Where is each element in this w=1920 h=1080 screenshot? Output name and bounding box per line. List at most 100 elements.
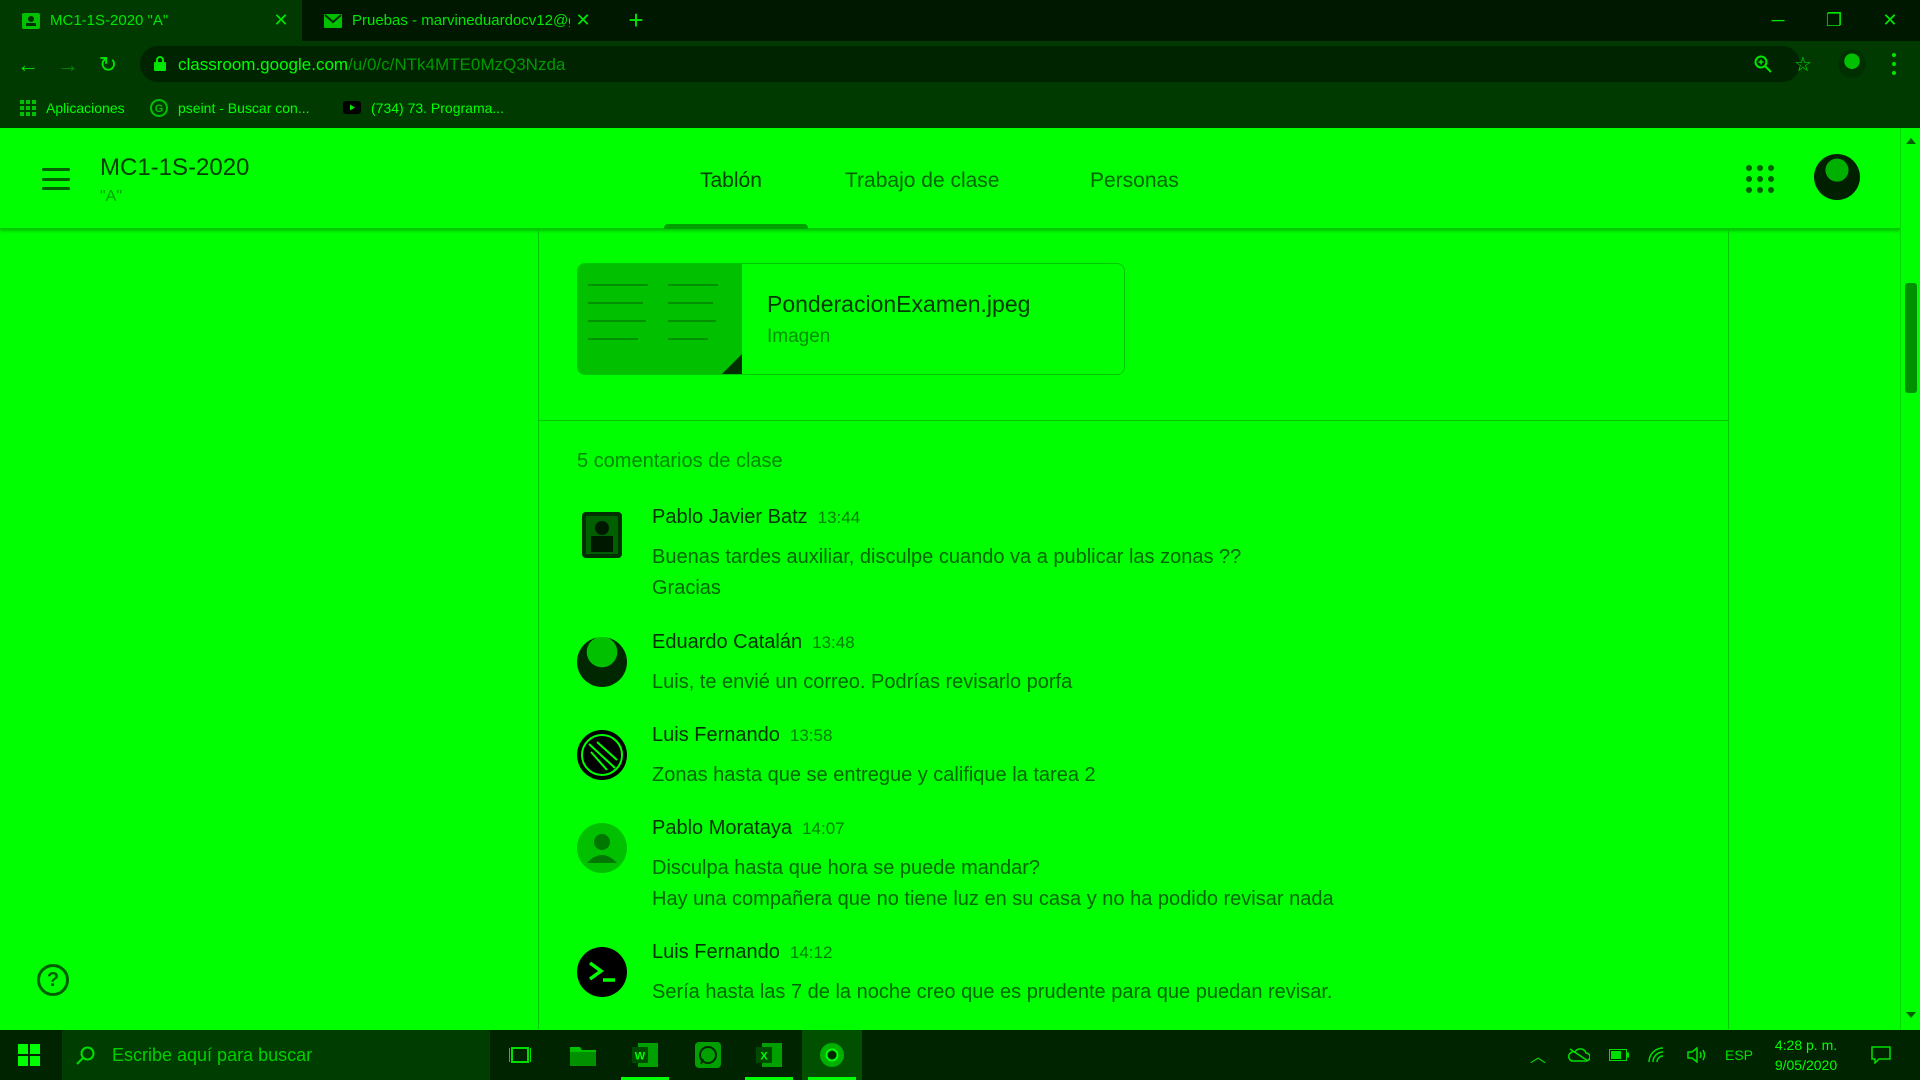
comment-line: Luis, te envié un correo. Podrías revisa… bbox=[652, 671, 1073, 693]
comment-author: Luis Fernando 13:58 bbox=[652, 724, 832, 747]
bookmark-aplicaciones[interactable]: Aplicaciones bbox=[20, 87, 125, 128]
author-name: Luis Fernando bbox=[652, 724, 780, 746]
attachment-type: Imagen bbox=[767, 326, 831, 347]
close-tab-icon[interactable]: ✕ bbox=[270, 9, 292, 31]
page-scrollbar[interactable] bbox=[1900, 128, 1920, 1030]
tab-tablon[interactable]: Tablón bbox=[700, 169, 762, 193]
back-button[interactable]: ← bbox=[12, 49, 44, 81]
input-language[interactable]: ESP bbox=[1722, 1030, 1756, 1080]
windows-taskbar: Escribe aquí para buscar W X ︿ ESP 4:28 … bbox=[0, 1030, 1920, 1080]
attachment-card[interactable]: PonderacionExamen.jpeg Imagen bbox=[577, 263, 1125, 375]
new-tab-button[interactable]: + bbox=[622, 7, 650, 35]
scroll-thumb[interactable] bbox=[1905, 283, 1917, 393]
scroll-down-icon[interactable] bbox=[1906, 1012, 1916, 1018]
whatsapp-icon[interactable] bbox=[678, 1030, 738, 1080]
search-icon bbox=[76, 1045, 96, 1065]
comment-author: Luis Fernando 14:12 bbox=[652, 941, 832, 964]
close-window-button[interactable]: ✕ bbox=[1862, 0, 1918, 41]
wifi-icon[interactable] bbox=[1642, 1030, 1672, 1080]
bookmark-pseint[interactable]: G pseint - Buscar con... bbox=[150, 87, 310, 128]
minimize-window-button[interactable]: ─ bbox=[1750, 0, 1806, 41]
restore-window-button[interactable]: ❐ bbox=[1806, 0, 1862, 41]
comment-text: Disculpa hasta que hora se puede mandar?… bbox=[652, 853, 1334, 915]
comment-line: Buenas tardes auxiliar, disculpe cuando … bbox=[652, 546, 1242, 568]
comment-line: Gracias bbox=[652, 577, 721, 599]
file-explorer-icon[interactable] bbox=[553, 1030, 613, 1080]
attachment-filename: PonderacionExamen.jpeg bbox=[767, 291, 1031, 317]
excel-icon[interactable]: X bbox=[739, 1030, 799, 1080]
close-tab-icon[interactable]: ✕ bbox=[572, 9, 594, 31]
url-path: /u/0/c/NTk4MTE0MzQ3Nzda bbox=[348, 55, 566, 74]
onedrive-icon[interactable] bbox=[1564, 1030, 1594, 1080]
task-view-icon[interactable] bbox=[490, 1030, 550, 1080]
notification-center-icon[interactable] bbox=[1864, 1030, 1898, 1080]
svg-text:X: X bbox=[760, 1051, 768, 1063]
browser-menu-icon[interactable] bbox=[1882, 51, 1906, 77]
browser-profile-avatar[interactable] bbox=[1838, 50, 1866, 78]
author-name: Pablo Javier Batz bbox=[652, 506, 808, 528]
reload-button[interactable]: ↻ bbox=[92, 49, 124, 81]
clock-time: 4:28 p. m. bbox=[1774, 1037, 1838, 1053]
class-comments-title: 5 comentarios de clase bbox=[577, 450, 783, 472]
help-icon[interactable]: ? bbox=[37, 964, 69, 996]
taskbar-search-box[interactable]: Escribe aquí para buscar bbox=[62, 1030, 490, 1080]
apps-grid-icon bbox=[20, 99, 36, 116]
comment-text: Luis, te envié un correo. Podrías revisa… bbox=[652, 667, 1072, 698]
address-bar[interactable]: classroom.google.com/u/0/c/NTk4MTE0MzQ3N… bbox=[140, 46, 1812, 82]
svg-text:W: W bbox=[635, 1051, 646, 1063]
tab-title: MC1-1S-2020 "A" bbox=[50, 12, 169, 29]
main-menu-icon[interactable] bbox=[42, 168, 70, 190]
course-title[interactable]: MC1-1S-2020 bbox=[100, 154, 249, 182]
comment-time: 13:58 bbox=[789, 726, 833, 745]
browser-toolbar: ← → ↻ classroom.google.com/u/0/c/NTk4MTE… bbox=[0, 41, 1920, 87]
google-icon: G bbox=[150, 98, 168, 117]
taskbar-clock[interactable]: 4:28 p. m. 9/05/2020 bbox=[1756, 1035, 1856, 1075]
default-person-icon bbox=[577, 823, 627, 873]
bookmark-label: (734) 73. Programa... bbox=[371, 99, 505, 116]
classroom-header: MC1-1S-2020 "A" Tablón Trabajo de clase … bbox=[0, 128, 1900, 229]
comment-time: 13:44 bbox=[817, 508, 861, 527]
google-apps-icon[interactable] bbox=[1746, 165, 1774, 193]
word-icon[interactable]: W bbox=[615, 1030, 675, 1080]
comment-line: Hay una compañera que no tiene luz en su… bbox=[652, 888, 1334, 910]
scroll-up-icon[interactable] bbox=[1906, 138, 1916, 144]
account-avatar[interactable] bbox=[1814, 154, 1860, 200]
comment-author: Eduardo Catalán 13:48 bbox=[652, 631, 855, 654]
author-name: Luis Fernando bbox=[652, 941, 780, 963]
url-text: classroom.google.com/u/0/c/NTk4MTE0MzQ3N… bbox=[178, 55, 565, 75]
svg-text:G: G bbox=[155, 103, 164, 115]
chrome-icon[interactable] bbox=[802, 1030, 862, 1080]
youtube-icon bbox=[343, 101, 361, 114]
bookmark-star-icon[interactable]: ☆ bbox=[1792, 53, 1814, 76]
bookmark-label: Aplicaciones bbox=[46, 99, 125, 116]
browser-tab-classroom[interactable]: MC1-1S-2020 "A" ✕ bbox=[0, 0, 302, 41]
bookmark-youtube[interactable]: (734) 73. Programa... bbox=[343, 87, 504, 128]
zoom-icon[interactable] bbox=[1752, 53, 1774, 75]
comment-author: Pablo Javier Batz 13:44 bbox=[652, 506, 860, 529]
image-thumbnail bbox=[578, 264, 742, 374]
terminal-icon bbox=[577, 947, 627, 997]
clock-date: 9/05/2020 bbox=[1774, 1057, 1838, 1073]
bookmarks-bar: Aplicaciones G pseint - Buscar con... (7… bbox=[0, 87, 1920, 128]
image-file-icon bbox=[720, 354, 742, 374]
comment-line: Sería hasta las 7 de la noche creo que e… bbox=[652, 981, 1333, 1003]
url-host: classroom.google.com bbox=[178, 55, 349, 74]
course-section: "A" bbox=[100, 188, 123, 205]
browser-tab-gmail[interactable]: Pruebas - marvineduardocv12@g ✕ bbox=[302, 0, 604, 41]
comment-text: Sería hasta las 7 de la noche creo que e… bbox=[652, 977, 1332, 1008]
volume-icon[interactable] bbox=[1682, 1030, 1712, 1080]
comment-author: Pablo Morataya 14:07 bbox=[652, 817, 845, 840]
windows-start-icon[interactable] bbox=[0, 1030, 58, 1080]
comment-text: Buenas tardes auxiliar, disculpe cuando … bbox=[652, 542, 1241, 604]
classroom-icon bbox=[22, 12, 40, 30]
forward-button[interactable]: → bbox=[52, 49, 84, 81]
bookmark-label: pseint - Buscar con... bbox=[178, 99, 310, 116]
tab-personas[interactable]: Personas bbox=[1090, 169, 1179, 193]
battery-icon[interactable] bbox=[1604, 1030, 1634, 1080]
tab-title: Pruebas - marvineduardocv12@g bbox=[352, 12, 570, 29]
comment-line: Disculpa hasta que hora se puede mandar? bbox=[652, 857, 1041, 879]
tab-trabajo-de-clase[interactable]: Trabajo de clase bbox=[845, 169, 999, 193]
show-hidden-icons-icon[interactable]: ︿ bbox=[1524, 1030, 1552, 1080]
search-placeholder: Escribe aquí para buscar bbox=[112, 1044, 313, 1065]
comment-time: 14:12 bbox=[789, 943, 833, 962]
